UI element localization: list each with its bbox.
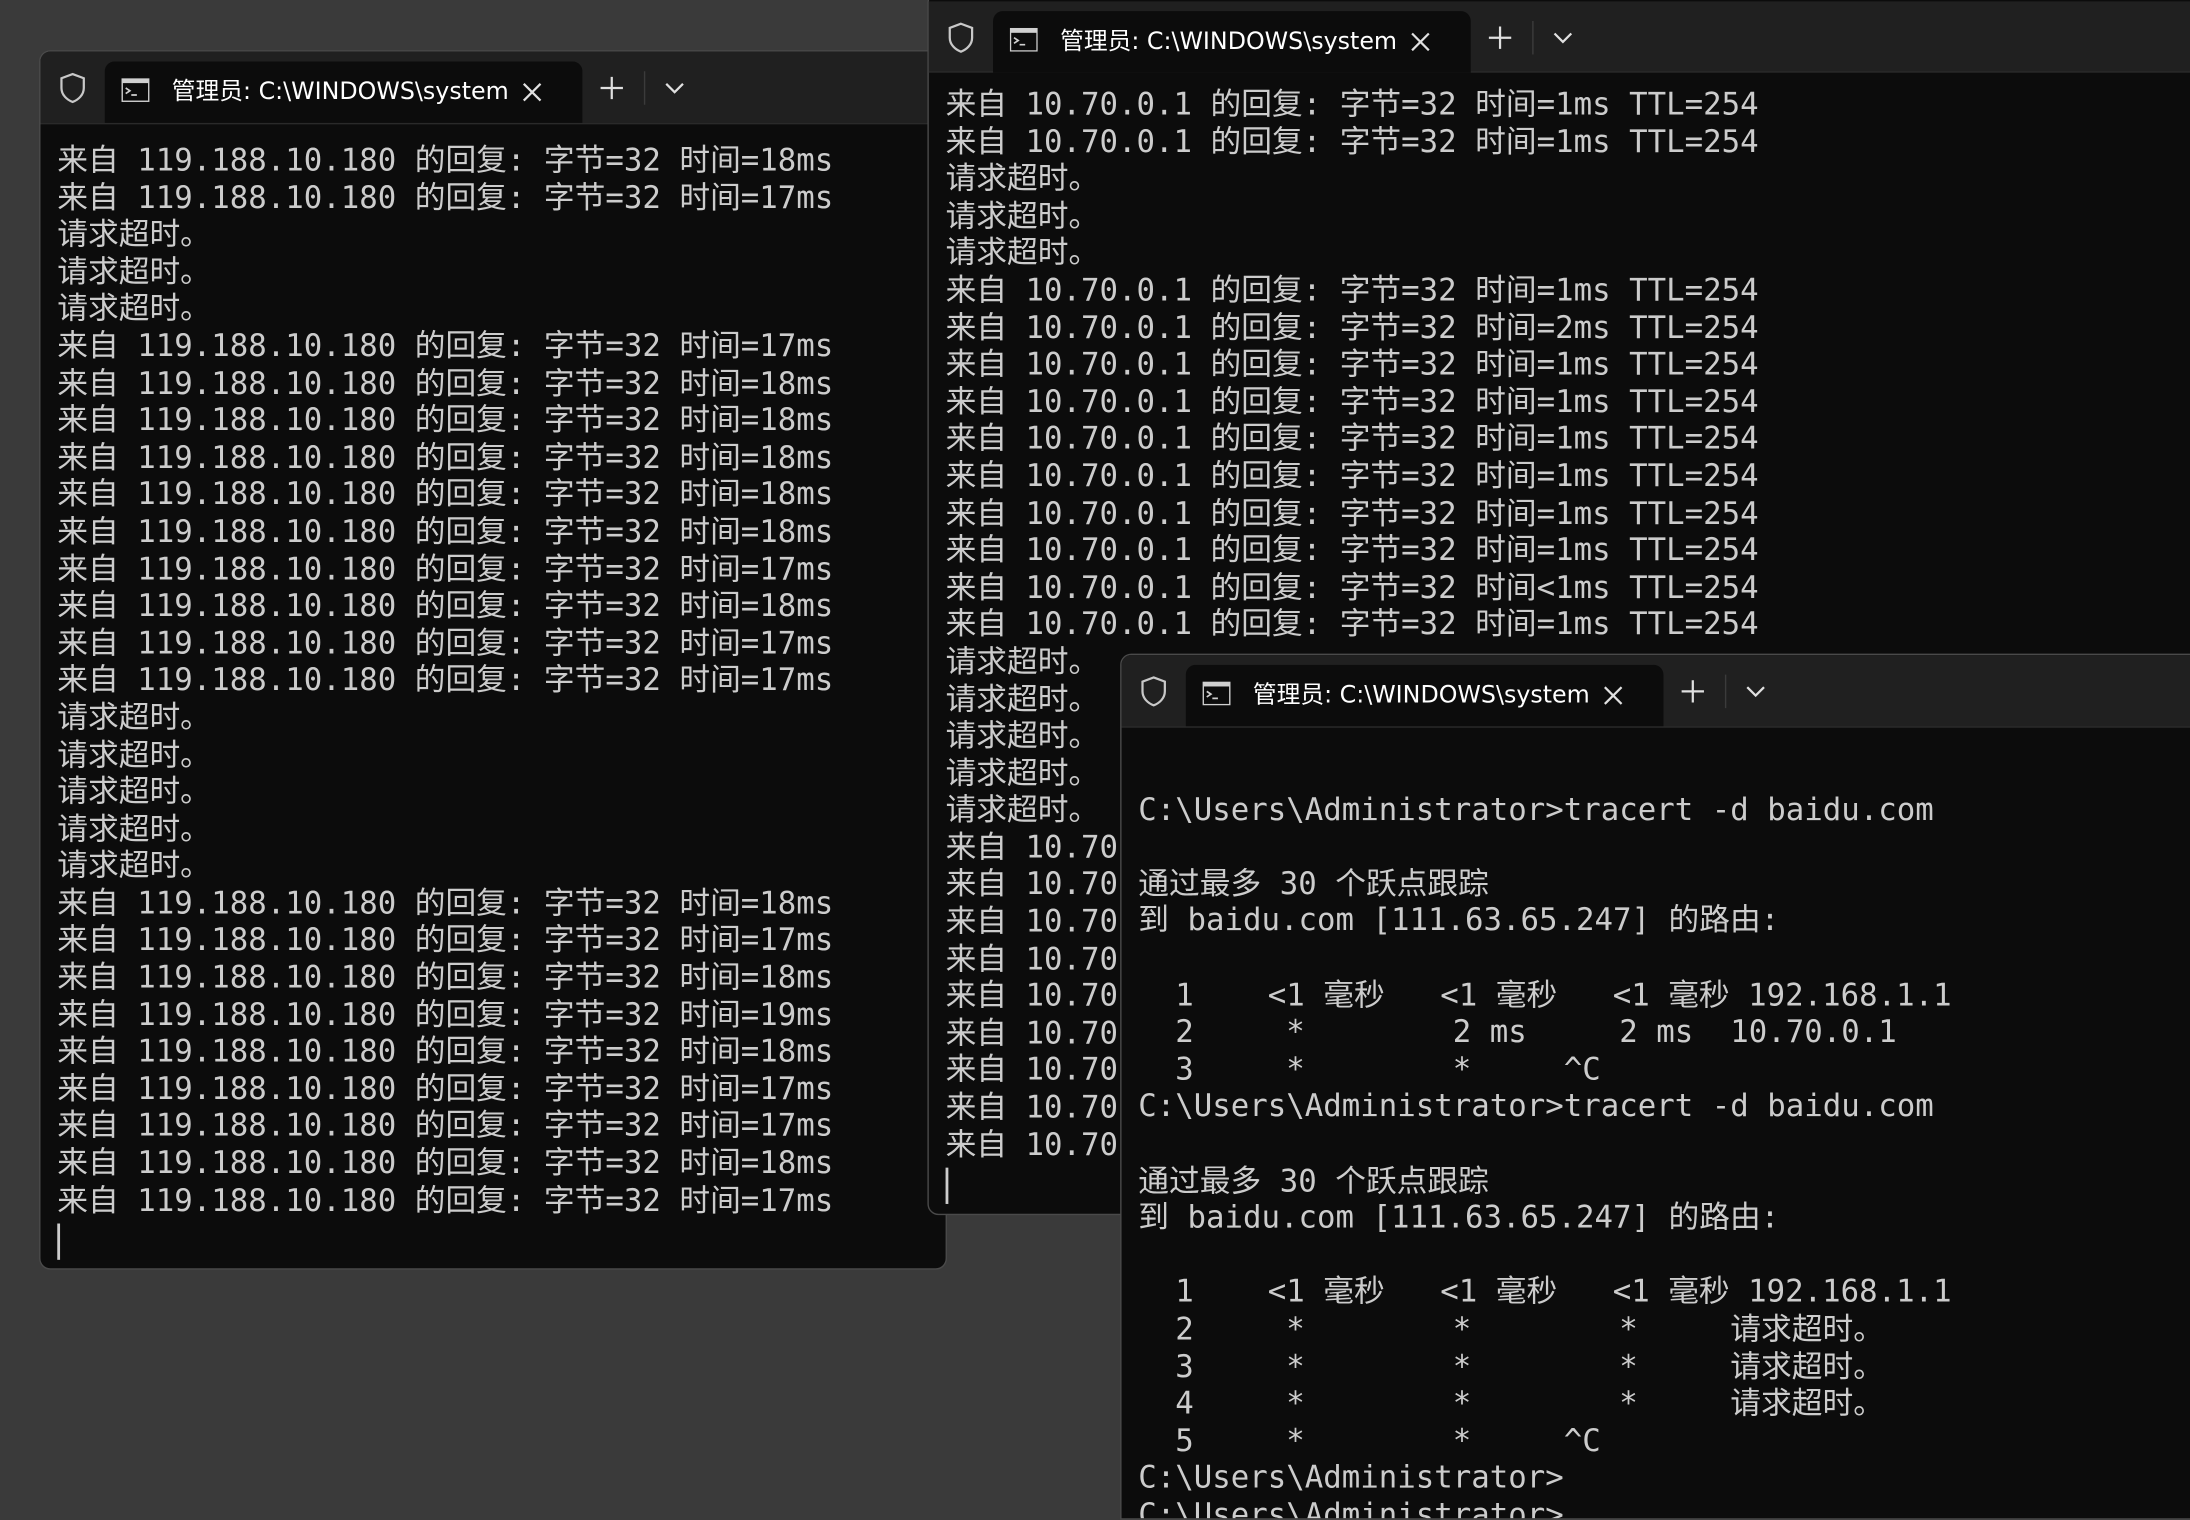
console-line: 2 * * * 请求超时。 (1138, 1312, 1884, 1348)
console-line: 来自 119.188.10.180 的回复: 字节=32 时间=18ms (57, 366, 834, 402)
console-line: 来自 10.70.0.1 的回复: 字节=32 时间<1ms TTL=254 (945, 570, 1759, 606)
text-cursor (945, 1167, 949, 1205)
close-icon[interactable] (1599, 682, 1627, 710)
console-line: 请求超时。 (57, 738, 211, 774)
console-line: 来自 119.188.10.180 的回复: 字节=32 时间=18ms (57, 441, 834, 476)
title-bar[interactable]: 管理员: C:\WINDOWS\system (40, 51, 946, 125)
console-line: 来自 10.70.0.1 的回复: 字节=32 时间=1ms TTL=254 (945, 125, 1759, 161)
console-output[interactable]: 来自 119.188.10.180 的回复: 字节=32 时间=18ms 来自 1… (41, 144, 946, 1268)
console-line: 来自 10.70.0.1 的回复: 字节=32 时间=2ms TTL=254 (945, 310, 1759, 346)
console-line: 来自 10.70.0.1 的回复: 字节=32 时间=1ms TTL=254 (945, 533, 1759, 569)
console-line: 来自 10.70.0.1 的回复: 字节=32 时间=1ms TTL=254 (945, 87, 1759, 123)
console-line: 来自 119.188.10.180 的回复: 字节=32 时间=17ms (57, 1109, 834, 1145)
console-line: 来自 119.188.10.180 的回复: 字节=32 时间=18ms (57, 403, 834, 439)
console-line: 到 baidu.com [111.63.65.247] 的路由: (1138, 904, 1780, 940)
tab-divider (1724, 674, 1727, 709)
console-line: 来自 10.70.0.1 的回复: 字节=32 时间=1ms TTL=254 (945, 273, 1759, 309)
plus-icon[interactable] (594, 70, 630, 106)
console-line: 请求超时。 (57, 701, 211, 736)
console-line: 5 * * ^C (1138, 1424, 1601, 1460)
console-output[interactable]: C:\Users\Administrator>tracert -d baidu.… (1122, 756, 2190, 1519)
tab-title: 管理员: C:\WINDOWS\system (1060, 27, 1396, 56)
text-cursor (57, 1223, 61, 1261)
title-bar[interactable]: 管理员: C:\WINDOWS\system (1121, 655, 2190, 728)
cmd-prompt-icon (1202, 681, 1231, 706)
console-line: 来自 119.188.10.180 的回复: 字节=32 时间=18ms (57, 1035, 834, 1071)
terminal-window-bottom-right[interactable]: 管理员: C:\WINDOWS\system C:\Users\Administ… (1120, 653, 2190, 1520)
plus-icon[interactable] (1482, 20, 1518, 56)
console-line: 请求超时。 (57, 775, 211, 811)
console-line: 来自 119.188.10.180 的回复: 字节=32 时间=17ms (57, 1183, 834, 1219)
console-line: 3 * * ^C (1138, 1052, 1601, 1088)
console-line: 来自 10.70.0.1 的回复: 字节=32 时间=1ms TTL=254 (945, 385, 1759, 421)
console-line: 通过最多 30 个跃点跟踪 (1138, 867, 1489, 902)
console-line: 请求超时。 (945, 199, 1100, 235)
title-bar[interactable]: 管理员: C:\WINDOWS\system (928, 1, 2190, 73)
console-line: 请求超时。 (57, 255, 211, 291)
console-line: 来自 119.188.10.180 的回复: 字节=32 时间=19ms (57, 998, 834, 1034)
console-line: 来自 119.188.10.180 的回复: 字节=32 时间=17ms (57, 626, 834, 662)
console-line: 来自 10.70.0.1 的回复: 字节=32 时间=1ms TTL=254 (945, 496, 1759, 532)
console-line: 请求超时。 (57, 849, 211, 885)
tab-divider (1532, 20, 1534, 55)
console-line: 请求超时。 (57, 812, 211, 848)
cmd-prompt-icon (121, 78, 150, 102)
console-line: 请求超时。 (945, 236, 1100, 272)
console-line: 2 * 2 ms 2 ms 10.70.0.1 (1138, 1015, 1897, 1051)
console-line: 来自 119.188.10.180 的回复: 字节=32 时间=18ms (57, 478, 834, 514)
console-line: 来自 119.188.10.180 的回复: 字节=32 时间=18ms (57, 961, 834, 996)
tab-active[interactable]: 管理员: C:\WINDOWS\system (993, 11, 1471, 73)
console-line: C:\Users\Administrator> (1138, 1461, 1564, 1497)
console-line: 3 * * * 请求超时。 (1138, 1349, 1884, 1385)
shield-icon (1138, 675, 1169, 709)
console-line: 来自 119.188.10.180 的回复: 字节=32 时间=17ms (57, 329, 834, 365)
chevron-down-icon[interactable] (1739, 675, 1773, 709)
tab-active[interactable]: 管理员: C:\WINDOWS\system (1185, 664, 1664, 727)
console-line: 来自 119.188.10.180 的回复: 字节=32 时间=18ms (57, 143, 834, 179)
console-line: 1 <1 毫秒 <1 毫秒 <1 毫秒 192.168.1.1 (1138, 1275, 1952, 1311)
console-line: C:\Users\Administrator>tracert -d baidu.… (1138, 1089, 1934, 1125)
terminal-window-left[interactable]: 管理员: C:\WINDOWS\system 来自 119.188.10.180… (39, 50, 947, 1270)
shield-icon (57, 71, 88, 105)
console-line: 来自 119.188.10.180 的回复: 字节=32 时间=17ms (57, 663, 834, 699)
console-line: 请求超时。 (945, 162, 1100, 198)
console-line: 来自 10.70.0.1 的回复: 字节=32 时间=1ms TTL=254 (945, 608, 1759, 643)
console-line: 来自 10.70.0.1 的回复: 字节=32 时间=1ms TTL=254 (945, 347, 1759, 383)
console-line: 来自 119.188.10.180 的回复: 字节=32 时间=18ms (57, 515, 834, 551)
tab-title: 管理员: C:\WINDOWS\system (1252, 681, 1589, 710)
plus-icon[interactable] (1675, 673, 1711, 709)
console-line: C:\Users\Administrator> (1138, 1498, 1564, 1519)
console-line: 到 baidu.com [111.63.65.247] 的路由: (1138, 1201, 1780, 1237)
console-line: 来自 119.188.10.180 的回复: 字节=32 时间=17ms (57, 552, 834, 588)
tab-title: 管理员: C:\WINDOWS\system (171, 78, 508, 107)
console-line: 来自 119.188.10.180 的回复: 字节=32 时间=18ms (57, 1146, 834, 1182)
console-line: 来自 119.188.10.180 的回复: 字节=32 时间=18ms (57, 589, 834, 625)
console-line: 来自 119.188.10.180 的回复: 字节=32 时间=18ms (57, 886, 834, 922)
console-line: 请求超时。 (57, 292, 211, 328)
console-line: 4 * * * 请求超时。 (1138, 1387, 1884, 1422)
console-line: 来自 119.188.10.180 的回复: 字节=32 时间=17ms (57, 1072, 834, 1108)
console-line: 1 <1 毫秒 <1 毫秒 <1 毫秒 192.168.1.1 (1138, 978, 1952, 1014)
chevron-down-icon[interactable] (1546, 21, 1580, 55)
console-line: 来自 10.70.0.1 的回复: 字节=32 时间=1ms TTL=254 (945, 422, 1759, 458)
cmd-prompt-icon (1009, 27, 1038, 52)
console-line: 通过最多 30 个跃点跟踪 (1138, 1164, 1489, 1200)
shield-icon (946, 21, 977, 55)
tab-divider (643, 71, 646, 105)
console-line: C:\Users\Administrator>tracert -d baidu.… (1138, 792, 1934, 828)
close-icon[interactable] (518, 78, 546, 106)
tab-active[interactable]: 管理员: C:\WINDOWS\system (104, 61, 583, 123)
close-icon[interactable] (1406, 28, 1434, 56)
console-line: 来自 10.70.0.1 的回复: 字节=32 时间=1ms TTL=254 (945, 459, 1759, 495)
console-line: 来自 119.188.10.180 的回复: 字节=32 时间=17ms (57, 923, 834, 959)
console-line: 请求超时。 (57, 218, 211, 254)
chevron-down-icon[interactable] (658, 71, 692, 105)
console-line: 来自 119.188.10.180 的回复: 字节=32 时间=17ms (57, 181, 834, 216)
